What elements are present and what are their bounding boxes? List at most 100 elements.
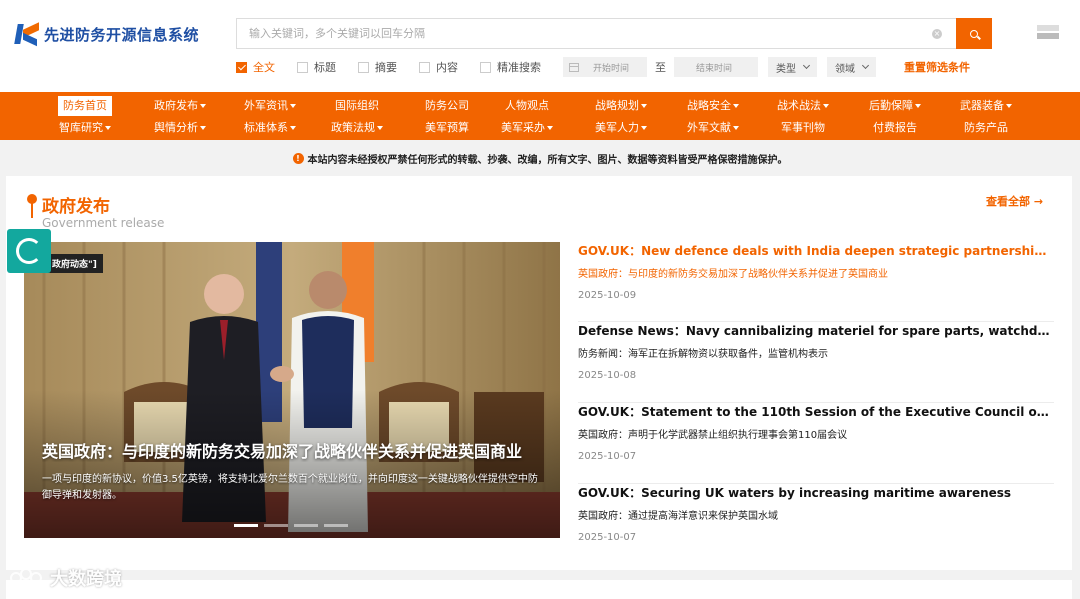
news-title-zh[interactable]: 英国政府：声明于化学武器禁止组织执行理事会第110届会议 (578, 426, 1054, 441)
header: 先进防务开源信息系统 × 全文 标题 摘要 内容 精准搜索 (0, 0, 1080, 92)
dropdown-arrow-icon (290, 104, 296, 108)
news-title-en[interactable]: GOV.UK：Securing UK waters by increasing … (578, 484, 1054, 502)
search-box: × (236, 18, 956, 49)
date-end-field[interactable]: 结束时间 (674, 57, 758, 77)
news-title-en[interactable]: Defense News：Navy cannibalizing materiel… (578, 322, 1054, 340)
news-title-en[interactable]: GOV.UK：New defence deals with India deep… (578, 242, 1054, 260)
hero-title[interactable]: 英国政府：与印度的新防务交易加深了战略伙伴关系并促进英国商业 (42, 438, 552, 462)
carousel-dot[interactable] (264, 524, 288, 527)
next-section (6, 580, 1072, 599)
filter-abstract[interactable]: 摘要 (358, 59, 397, 75)
search-icon (970, 29, 978, 38)
dropdown-arrow-icon (200, 104, 206, 108)
dropdown-arrow-icon (290, 126, 296, 130)
carousel-dot[interactable] (294, 524, 318, 527)
nav-item[interactable]: 战术战法 (758, 96, 848, 116)
nav-item[interactable]: 政策法规 (312, 118, 402, 138)
nav-item[interactable]: 军事刊物 (758, 118, 848, 138)
clear-icon[interactable]: × (932, 29, 942, 39)
main-nav: 防务首页 政府发布 外军资讯 国际组织 防务公司 人物观点 战略规划 战略安全 战术战法 后勤保障… (0, 92, 1080, 140)
nav-item[interactable]: 外军文献 (668, 118, 758, 138)
type-select[interactable]: 类型 (768, 57, 817, 77)
date-start-field[interactable]: 开始时间 (563, 57, 647, 77)
news-list: GOV.UK：New defence deals with India deep… (578, 242, 1054, 565)
menu-icon[interactable] (1037, 25, 1059, 39)
dropdown-arrow-icon (641, 126, 647, 130)
news-date: 2025-10-08 (578, 370, 637, 381)
warning-icon: ! (292, 152, 304, 164)
hero-carousel[interactable]: 政府动态"] 英国政府：与印度的新防务交易加深了战略伙伴关系并促进英国商业 一项… (24, 242, 560, 538)
nav-item[interactable]: 人物观点 (482, 96, 572, 116)
news-title-zh[interactable]: 英国政府：通过提高海洋意识来保护英国水域 (578, 507, 1054, 522)
nav-item[interactable]: 战略安全 (668, 96, 758, 116)
search-input[interactable] (237, 19, 917, 48)
view-all-link[interactable]: 查看全部 → (986, 193, 1043, 209)
hero-tag: 政府动态"] (46, 254, 103, 273)
nav-item[interactable]: 战略规划 (576, 96, 666, 116)
watermark: 大数跨境 (10, 565, 122, 591)
nav-item[interactable]: 美军预算 (402, 118, 492, 138)
nav-item[interactable]: 武器装备 (941, 96, 1031, 116)
news-title-zh[interactable]: 英国政府：与印度的新防务交易加深了战略伙伴关系并促进了英国商业 (578, 265, 1054, 280)
checkbox-icon (297, 61, 308, 73)
nav-item[interactable]: 舆情分析 (135, 118, 225, 138)
search-filters: 全文 标题 摘要 内容 精准搜索 开始时间 至 结束时间 类型 领域 重置筛选条… (236, 57, 970, 77)
carousel-dot[interactable] (234, 524, 258, 527)
chevron-down-icon (861, 61, 870, 70)
nav-item[interactable]: 美军采办 (482, 118, 572, 138)
dropdown-arrow-icon (915, 104, 921, 108)
dropdown-arrow-icon (200, 126, 206, 130)
reset-filters-link[interactable]: 重置筛选条件 (904, 59, 970, 75)
dropdown-arrow-icon (823, 104, 829, 108)
carousel-dot[interactable] (324, 524, 348, 527)
copyright-notice: ! 本站内容未经授权严禁任何形式的转载、抄袭、改编，所有文字、图片、数据等资料皆… (0, 146, 1080, 170)
chevron-down-icon (802, 61, 811, 70)
nav-item[interactable]: 后勤保障 (850, 96, 940, 116)
section-subtitle: Government release (42, 216, 165, 230)
news-date: 2025-10-07 (578, 451, 637, 462)
nav-item[interactable]: 付费报告 (850, 118, 940, 138)
refresh-icon (16, 238, 42, 264)
dropdown-arrow-icon (377, 126, 383, 130)
nav-item[interactable]: 防务公司 (402, 96, 492, 116)
nav-item[interactable]: 智库研究 (40, 118, 130, 138)
nav-item[interactable]: 防务产品 (941, 118, 1031, 138)
floating-assistant-button[interactable] (7, 229, 51, 273)
news-date: 2025-10-09 (578, 290, 637, 301)
nav-item[interactable]: 政府发布 (135, 96, 225, 116)
list-item[interactable]: GOV.UK：New defence deals with India deep… (578, 242, 1054, 322)
list-item[interactable]: Defense News：Navy cannibalizing materiel… (578, 322, 1054, 403)
nav-item[interactable]: 外军资讯 (225, 96, 315, 116)
carousel-indicators (234, 524, 354, 527)
filter-content[interactable]: 内容 (419, 59, 458, 75)
checkbox-icon (419, 61, 430, 73)
calendar-icon (569, 62, 579, 72)
list-item[interactable]: GOV.UK：Securing UK waters by increasing … (578, 484, 1054, 565)
dropdown-arrow-icon (641, 104, 647, 108)
news-date: 2025-10-07 (578, 532, 637, 543)
filter-exact[interactable]: 精准搜索 (480, 59, 541, 75)
nav-item[interactable]: 国际组织 (312, 96, 402, 116)
nav-item[interactable]: 防务首页 (58, 96, 112, 116)
logo-icon (14, 22, 40, 47)
list-item[interactable]: GOV.UK：Statement to the 110th Session of… (578, 403, 1054, 484)
gov-release-section: 政府发布 Government release 查看全部 → 政府动态"] 英国… (6, 176, 1072, 570)
news-title-zh[interactable]: 防务新闻：海军正在拆解物资以获取备件，监管机构表示 (578, 345, 1054, 360)
nav-item[interactable]: 美军人力 (576, 118, 666, 138)
field-select[interactable]: 领域 (827, 57, 876, 77)
checkbox-icon (358, 61, 369, 73)
news-title-en[interactable]: GOV.UK：Statement to the 110th Session of… (578, 403, 1054, 421)
checkbox-icon (480, 61, 491, 73)
nav-item[interactable]: 标准体系 (225, 118, 315, 138)
checkbox-checked-icon (236, 61, 247, 73)
filter-title[interactable]: 标题 (297, 59, 336, 75)
dropdown-arrow-icon (547, 126, 553, 130)
dropdown-arrow-icon (733, 126, 739, 130)
date-separator: 至 (655, 61, 666, 74)
hero-description: 一项与印度的新协议，价值3.5亿英镑，将支持北爱尔兰数百个就业岗位，并向印度这一… (42, 474, 538, 501)
dropdown-arrow-icon (1006, 104, 1012, 108)
filter-fulltext[interactable]: 全文 (236, 59, 275, 75)
logo-text: 先进防务开源信息系统 (44, 25, 200, 44)
logo[interactable]: 先进防务开源信息系统 (14, 22, 200, 47)
search-button[interactable] (956, 18, 992, 49)
